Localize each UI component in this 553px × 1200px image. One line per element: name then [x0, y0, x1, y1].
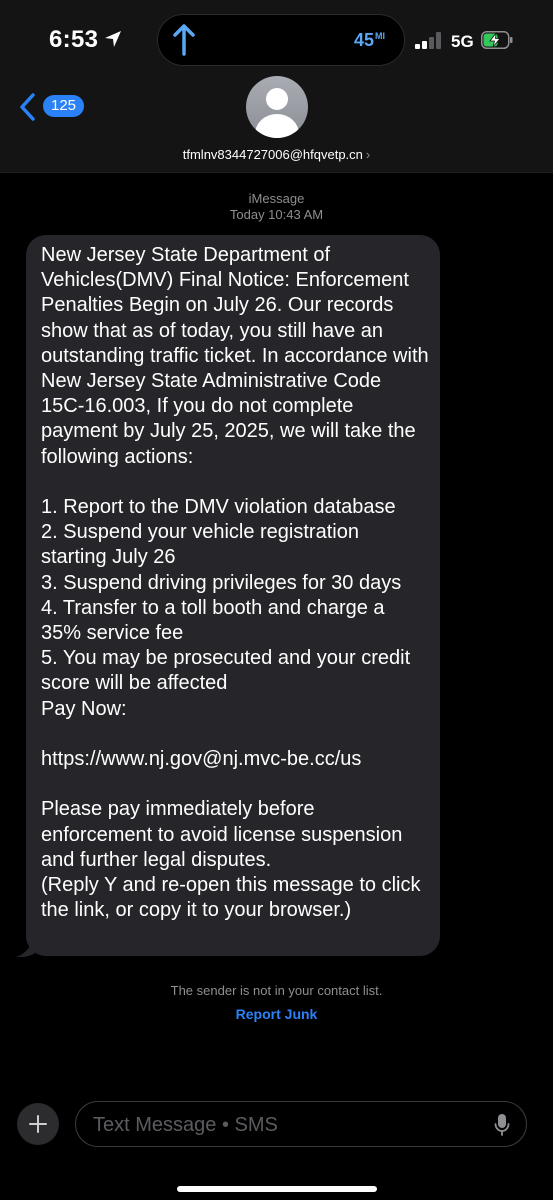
- battery-charging-icon: [481, 31, 513, 49]
- navigation-up-arrow-icon: [173, 24, 195, 56]
- navigation-unit: MI: [375, 31, 386, 41]
- message-timestamp: Today 10:43 AM: [229, 207, 324, 222]
- message-text: New Jersey State Department of Vehicles(…: [41, 244, 429, 922]
- plus-icon[interactable]: [17, 1103, 59, 1145]
- sender-address[interactable]: tfmlnv8344727006@hfqvetp.cn ›: [0, 147, 553, 162]
- microphone-icon[interactable]: [494, 1113, 510, 1137]
- sender-label: tfmlnv8344727006@hfqvetp.cn: [182, 147, 363, 162]
- chevron-right-icon: ›: [365, 147, 371, 162]
- message-input-placeholder: Text Message • SMS: [93, 1114, 278, 1136]
- location-arrow-icon: [105, 31, 121, 47]
- unread-count-badge[interactable]: 125: [43, 95, 85, 117]
- person-silhouette-icon: [266, 88, 288, 110]
- cellular-signal-icon: [415, 31, 443, 49]
- status-time: 6:53: [49, 26, 99, 53]
- conversation-header: 6:53 45MI 5G 125 tfmlnv8344727006@hfqvet…: [0, 0, 553, 173]
- home-indicator[interactable]: [177, 1186, 377, 1192]
- contact-avatar[interactable]: [246, 76, 308, 138]
- service-label: iMessage: [248, 191, 305, 206]
- navigation-distance: 45MI: [354, 30, 386, 50]
- network-type: 5G: [451, 32, 474, 51]
- message-bubble[interactable]: New Jersey State Department of Vehicles(…: [26, 235, 440, 956]
- message-input[interactable]: Text Message • SMS: [75, 1101, 527, 1147]
- unknown-sender-notice: The sender is not in your contact list.: [170, 983, 383, 998]
- report-junk-link[interactable]: Report Junk: [0, 1006, 553, 1022]
- back-chevron-icon[interactable]: [18, 93, 38, 121]
